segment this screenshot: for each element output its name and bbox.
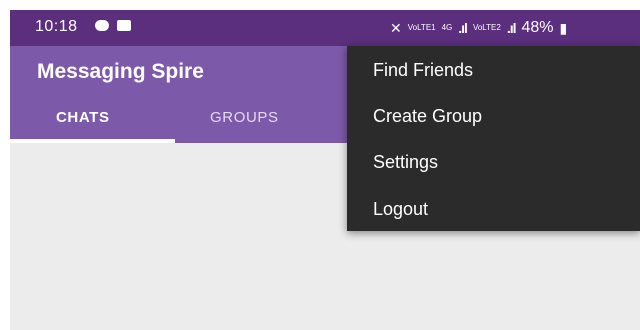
mute-icon: ✕ bbox=[390, 19, 402, 36]
menu-item-find-friends[interactable]: Find Friends bbox=[373, 60, 473, 81]
network-4g-label: 4G bbox=[441, 23, 453, 32]
status-indicators: ✕ VoLTE1 4G .ıl VoLTE2 .ıl 48% ▮ bbox=[390, 19, 567, 37]
menu-item-create-group[interactable]: Create Group bbox=[373, 106, 482, 127]
mail-notification-icon bbox=[117, 20, 131, 31]
status-time: 10:18 bbox=[35, 18, 78, 35]
volte2-label: VoLTE2 bbox=[472, 23, 501, 32]
message-notification-icon bbox=[95, 20, 109, 31]
volte1-label: VoLTE1 bbox=[407, 23, 436, 32]
menu-item-logout[interactable]: Logout bbox=[373, 199, 428, 220]
status-bar: 10:18 ✕ VoLTE1 4G .ıl VoLTE2 .ıl 48% ▮ bbox=[10, 10, 640, 46]
menu-item-settings[interactable]: Settings bbox=[373, 152, 438, 173]
app-title: Messaging Spire bbox=[37, 60, 204, 83]
signal-icon-1: .ıl bbox=[458, 20, 468, 36]
tab-groups[interactable]: GROUPS bbox=[210, 109, 279, 126]
overflow-menu: Find Friends Create Group Settings Logou… bbox=[347, 46, 640, 231]
phone-screen: 10:18 ✕ VoLTE1 4G .ıl VoLTE2 .ıl 48% ▮ M… bbox=[10, 10, 640, 330]
signal-icon-2: .ıl bbox=[506, 20, 517, 36]
battery-icon: ▮ bbox=[559, 19, 568, 36]
battery-percent: 48% bbox=[521, 19, 554, 36]
tab-indicator bbox=[10, 139, 175, 143]
tab-chats[interactable]: CHATS bbox=[56, 109, 110, 126]
